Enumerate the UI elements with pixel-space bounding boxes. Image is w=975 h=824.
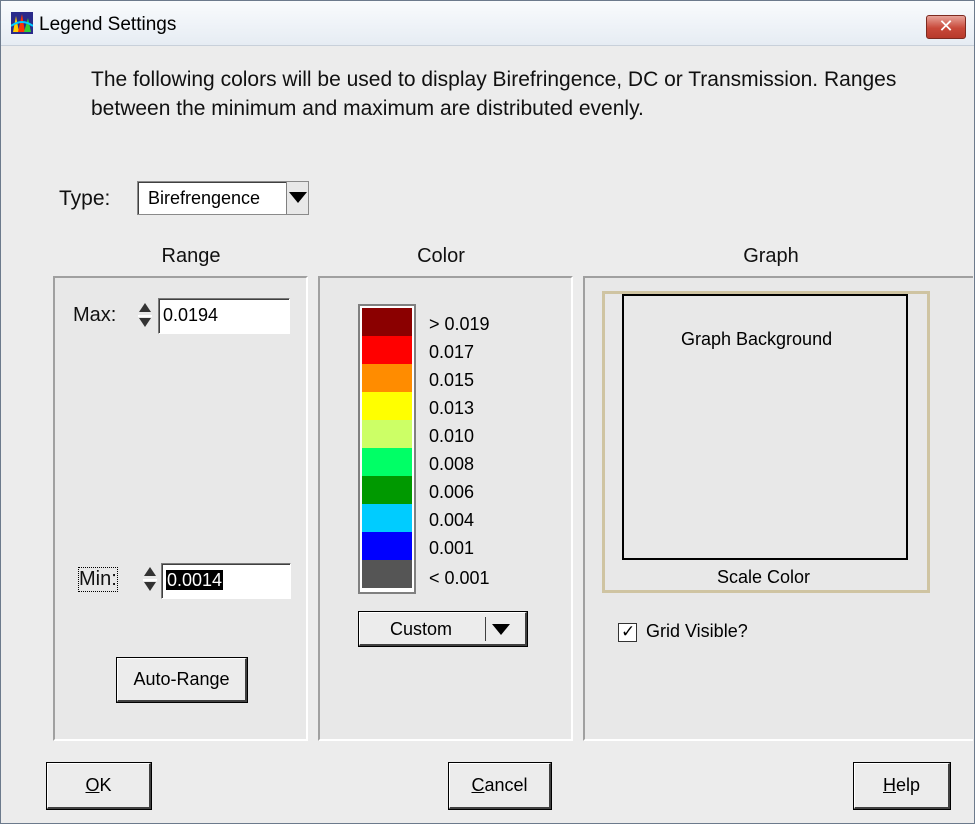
help-button-label: elp xyxy=(895,775,921,795)
cancel-button-label: ancel xyxy=(484,775,528,795)
help-button[interactable]: Help xyxy=(853,762,951,810)
spin-up-icon[interactable] xyxy=(139,303,151,312)
min-spinner[interactable] xyxy=(143,565,157,597)
legend-label: 0.001 xyxy=(429,538,475,558)
min-input[interactable]: 0.0014 xyxy=(161,563,291,599)
close-icon: ✕ xyxy=(938,16,954,37)
color-legend-swatches[interactable] xyxy=(358,304,416,594)
color-swatch xyxy=(362,392,412,420)
legend-label: 0.013 xyxy=(429,398,475,418)
color-section-label: Color xyxy=(417,245,465,267)
min-label: Min: xyxy=(78,567,118,592)
legend-label: 0.004 xyxy=(429,510,475,530)
title-bar[interactable]: Legend Settings ✕ xyxy=(1,1,974,46)
legend-label: 0.008 xyxy=(429,454,475,474)
legend-label: < 0.001 xyxy=(429,568,490,588)
cancel-button-mnemonic: C xyxy=(471,775,485,795)
type-select[interactable]: Birefrengence xyxy=(137,181,309,215)
close-button[interactable]: ✕ xyxy=(926,15,966,39)
color-swatch xyxy=(362,476,412,504)
color-swatch xyxy=(362,448,412,476)
type-select-value: Birefrengence xyxy=(148,188,261,208)
chevron-down-icon xyxy=(289,192,307,203)
range-section-label: Range xyxy=(161,245,221,267)
max-spinner[interactable] xyxy=(138,301,152,333)
ok-button[interactable]: OK xyxy=(46,762,152,810)
color-scheme-value: Custom xyxy=(390,619,453,639)
ok-button-label: K xyxy=(99,775,112,795)
ok-button-mnemonic: O xyxy=(85,775,100,795)
grid-visible-label: Grid Visible? xyxy=(646,621,748,641)
legend-settings-dialog: Legend Settings ✕ The following colors w… xyxy=(0,0,975,824)
graph-section-label: Graph xyxy=(743,245,799,267)
window-title: Legend Settings xyxy=(39,14,177,35)
checkmark-icon: ✓ xyxy=(621,622,636,642)
auto-range-button[interactable]: Auto-Range xyxy=(116,657,248,703)
color-swatch xyxy=(362,336,412,364)
description-text: The following colors will be used to dis… xyxy=(91,68,897,120)
color-swatch xyxy=(362,560,412,588)
chevron-down-icon xyxy=(492,624,510,635)
legend-label: 0.006 xyxy=(429,482,475,502)
scale-color-label: Scale Color xyxy=(717,567,811,587)
min-input-value: 0.0014 xyxy=(166,570,224,590)
color-swatch xyxy=(362,364,412,392)
graph-background-label: Graph Background xyxy=(681,329,833,349)
spin-down-icon[interactable] xyxy=(139,318,151,327)
color-swatch xyxy=(362,532,412,560)
legend-label: 0.015 xyxy=(429,370,475,390)
color-swatch xyxy=(362,308,412,336)
cancel-button[interactable]: Cancel xyxy=(448,762,552,810)
legend-label: 0.017 xyxy=(429,342,475,362)
legend-label: 0.010 xyxy=(429,426,475,446)
color-swatch xyxy=(362,420,412,448)
divider xyxy=(485,617,486,641)
type-label: Type: xyxy=(59,187,111,210)
color-swatch xyxy=(362,504,412,532)
grid-visible-checkbox[interactable]: ✓ xyxy=(618,622,637,642)
app-icon xyxy=(11,12,33,34)
spin-up-icon[interactable] xyxy=(144,567,156,576)
type-dropdown-button[interactable] xyxy=(286,182,308,214)
legend-label: > 0.019 xyxy=(429,314,490,334)
max-input[interactable]: 0.0194 xyxy=(158,298,290,334)
help-button-mnemonic: H xyxy=(882,775,896,795)
max-label: Max: xyxy=(73,304,117,326)
color-scheme-select[interactable]: Custom xyxy=(358,611,528,647)
spin-down-icon[interactable] xyxy=(144,582,156,591)
